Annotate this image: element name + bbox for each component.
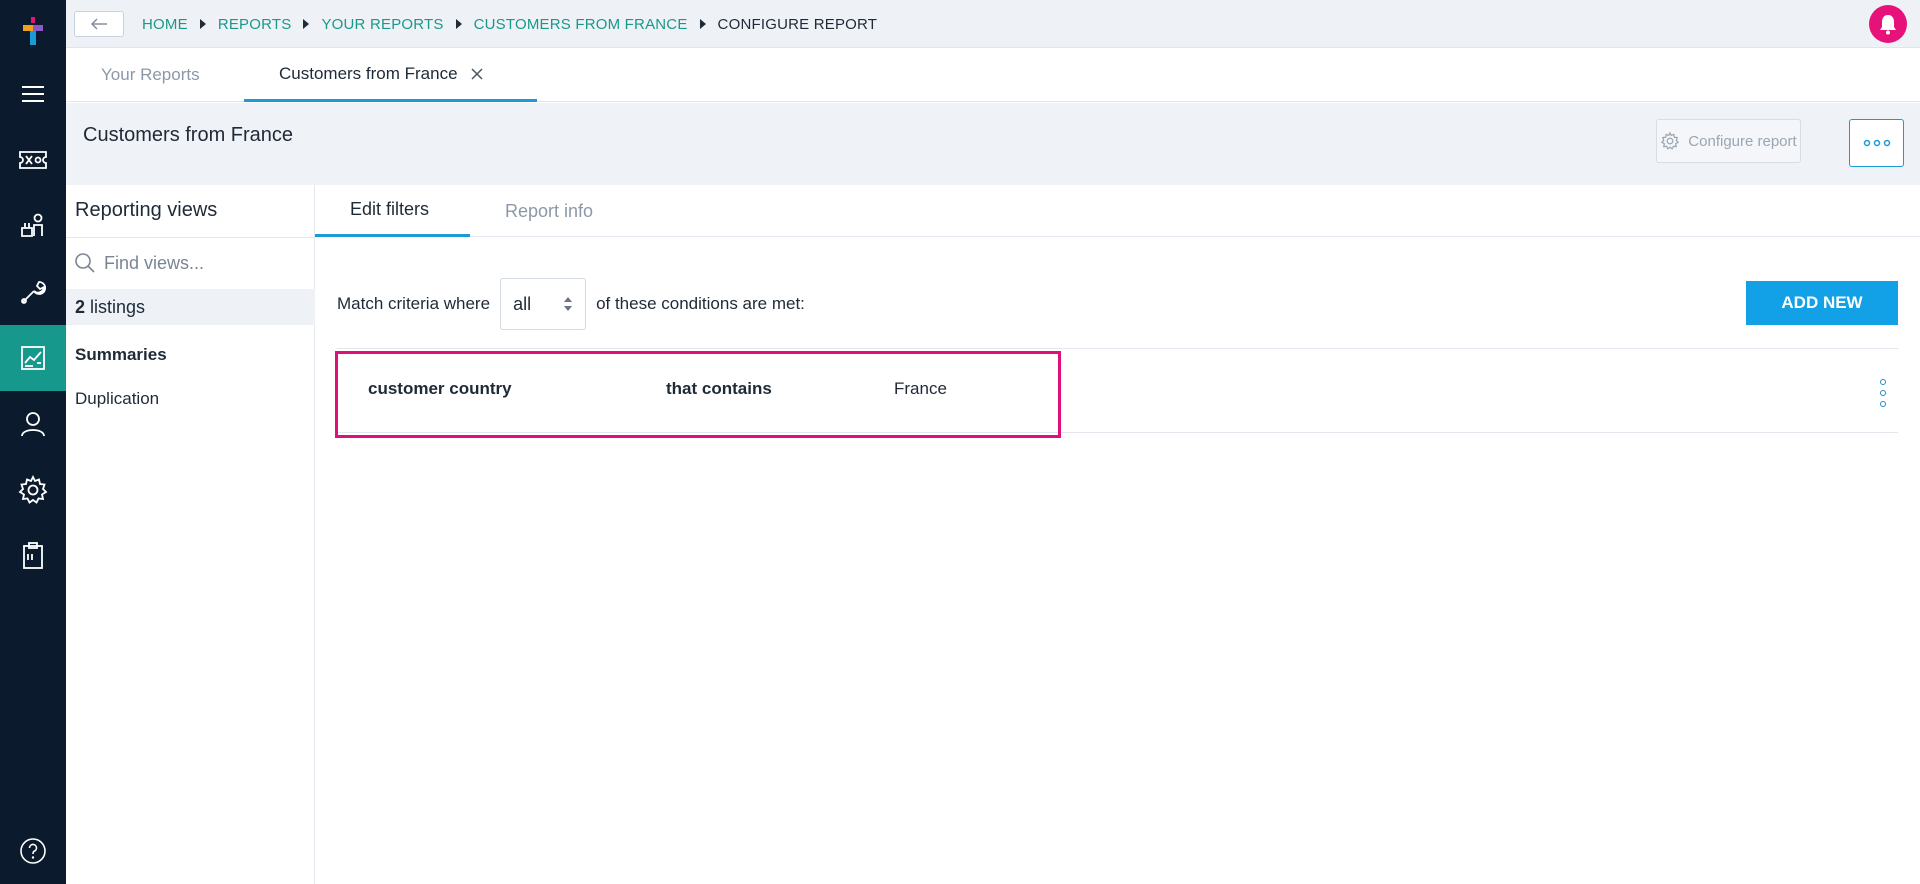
view-item-duplication[interactable]: Duplication bbox=[75, 389, 159, 409]
condition-field: customer country bbox=[368, 379, 512, 398]
close-icon[interactable] bbox=[470, 67, 484, 81]
listings-count[interactable]: 2 listings bbox=[66, 289, 315, 325]
arrow-left-icon bbox=[91, 18, 107, 30]
reporting-views-panel: Reporting views 2 listings Summaries Dup… bbox=[66, 185, 315, 884]
breadcrumb-your-reports[interactable]: YOUR REPORTS bbox=[321, 16, 443, 33]
search-views-input[interactable] bbox=[104, 252, 304, 274]
more-vertical-icon[interactable] bbox=[1877, 379, 1889, 407]
reports-icon[interactable] bbox=[0, 325, 66, 391]
app-logo-icon[interactable] bbox=[19, 15, 47, 47]
search-icon bbox=[75, 253, 95, 273]
clipboard-icon[interactable] bbox=[0, 523, 66, 589]
caret-right-icon bbox=[303, 19, 310, 29]
top-bar: HOME REPORTS YOUR REPORTS CUSTOMERS FROM… bbox=[66, 0, 1920, 48]
page-title: Customers from France bbox=[83, 124, 294, 146]
divider bbox=[66, 237, 315, 238]
configure-report-button[interactable]: Configure report bbox=[1656, 119, 1801, 163]
criteria-prefix: Match criteria where bbox=[337, 294, 491, 313]
caret-right-icon bbox=[699, 19, 706, 29]
report-tabs: Your Reports Customers from France bbox=[66, 48, 1920, 102]
breadcrumb-home[interactable]: HOME bbox=[142, 16, 188, 33]
wrench-icon[interactable] bbox=[0, 259, 66, 325]
breadcrumb-customers-from-france[interactable]: CUSTOMERS FROM FRANCE bbox=[474, 16, 688, 33]
views-search bbox=[74, 245, 310, 281]
criteria-suffix: of these conditions are met: bbox=[596, 294, 805, 313]
tab-your-reports[interactable]: Your Reports bbox=[101, 48, 200, 102]
help-icon[interactable] bbox=[0, 818, 66, 884]
condition-operator: that contains bbox=[666, 379, 772, 398]
left-rail bbox=[0, 0, 66, 884]
reporting-views-title: Reporting views bbox=[75, 199, 218, 221]
tab-edit-filters[interactable]: Edit filters bbox=[315, 185, 470, 237]
more-options-button[interactable] bbox=[1849, 119, 1904, 167]
plant-icon[interactable] bbox=[0, 193, 66, 259]
user-icon[interactable] bbox=[0, 391, 66, 457]
tab-customers-from-france[interactable]: Customers from France bbox=[244, 48, 537, 102]
more-horizontal-icon bbox=[1863, 139, 1890, 147]
tab-label: Your Reports bbox=[101, 65, 200, 84]
configure-report-label: Configure report bbox=[1688, 132, 1797, 150]
tab-report-info[interactable]: Report info bbox=[505, 185, 593, 237]
breadcrumb: HOME REPORTS YOUR REPORTS CUSTOMERS FROM… bbox=[142, 0, 877, 48]
add-new-button[interactable]: ADD NEW bbox=[1746, 281, 1898, 325]
match-select-value: all bbox=[513, 293, 532, 314]
condition-value: France bbox=[894, 379, 947, 398]
report-header: Customers from France Configure report bbox=[66, 103, 1920, 185]
caret-right-icon bbox=[199, 19, 206, 29]
bell-icon bbox=[1880, 15, 1896, 35]
sub-tabs: Edit filters Report info bbox=[315, 185, 1920, 237]
listings-number: 2 bbox=[75, 296, 86, 317]
breadcrumb-reports[interactable]: REPORTS bbox=[218, 16, 292, 33]
settings-icon[interactable] bbox=[0, 457, 66, 523]
listings-label: listings bbox=[90, 296, 146, 317]
match-criteria: Match criteria where all of these condit… bbox=[337, 278, 805, 330]
caret-right-icon bbox=[455, 19, 462, 29]
back-button[interactable] bbox=[74, 11, 124, 37]
breadcrumb-current: CONFIGURE REPORT bbox=[717, 15, 878, 33]
tab-label: Customers from France bbox=[279, 63, 458, 83]
notifications-button[interactable] bbox=[1869, 5, 1907, 43]
ticket-icon[interactable] bbox=[0, 127, 66, 193]
condition-row[interactable]: customer country that contains France bbox=[335, 348, 1898, 438]
sort-arrows-icon bbox=[564, 297, 573, 311]
match-select[interactable]: all bbox=[500, 278, 587, 330]
filters-panel: Edit filters Report info Match criteria … bbox=[315, 185, 1920, 884]
gear-icon bbox=[1661, 131, 1680, 150]
menu-icon[interactable] bbox=[0, 61, 66, 127]
summaries-heading: Summaries bbox=[75, 345, 167, 364]
